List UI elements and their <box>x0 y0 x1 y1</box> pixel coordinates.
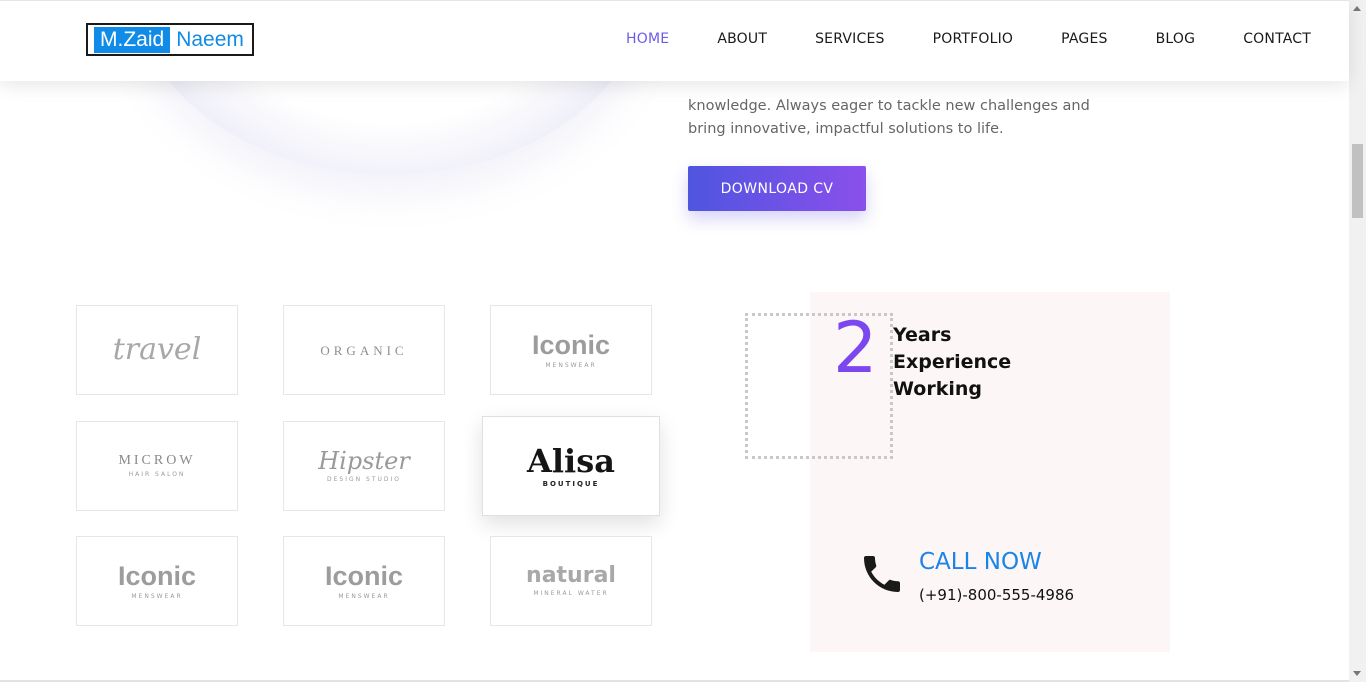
brand-name: ORGANIC <box>320 342 408 358</box>
nav-about[interactable]: ABOUT <box>717 31 767 47</box>
nav-blog[interactable]: BLOG <box>1156 31 1196 47</box>
site-header: M.Zaid Naeem HOME ABOUT SERVICES PORTFOL… <box>0 0 1349 81</box>
download-cv-button[interactable]: DOWNLOAD CV <box>688 166 866 211</box>
nav-pages[interactable]: PAGES <box>1061 31 1107 47</box>
call-now-heading: CALL NOW <box>919 549 1042 575</box>
nav-services[interactable]: SERVICES <box>815 31 885 47</box>
scroll-down-arrow-icon[interactable] <box>1353 671 1361 676</box>
experience-label-line: Years <box>893 324 952 346</box>
experience-years-number: 2 <box>833 307 878 389</box>
brand-tagline: DESIGN STUDIO <box>326 476 401 483</box>
brand-logo-organic[interactable]: ORGANIC <box>283 305 445 395</box>
brand-logo-travel[interactable]: travel <box>76 305 238 395</box>
main-nav: HOME ABOUT SERVICES PORTFOLIO PAGES BLOG… <box>578 31 1311 47</box>
experience-label-line: Working <box>893 378 982 400</box>
brand-tagline: MINERAL WATER <box>533 590 609 597</box>
brand-logo-microw[interactable]: MICROW HAIR SALON <box>76 421 238 511</box>
experience-label-line: Experience <box>893 351 1012 373</box>
brand-logo-iconic[interactable]: Iconic MENSWEAR <box>283 536 445 626</box>
page-scrollbar[interactable] <box>1349 0 1366 682</box>
brand-name: natural <box>526 563 616 588</box>
brand-tagline: HAIR SALON <box>128 471 186 478</box>
logo-last-name: Naeem <box>176 27 244 51</box>
site-logo[interactable]: M.Zaid Naeem <box>86 23 254 56</box>
nav-portfolio[interactable]: PORTFOLIO <box>933 31 1014 47</box>
scroll-up-arrow-icon[interactable] <box>1353 6 1361 11</box>
brand-name: travel <box>112 332 202 367</box>
experience-label: Years Experience Working <box>893 322 1033 403</box>
brand-name: Hipster <box>318 447 410 475</box>
scroll-thumb[interactable] <box>1352 144 1363 218</box>
brand-name: MICROW <box>118 453 196 468</box>
brand-name: Iconic <box>117 560 197 591</box>
phone-number[interactable]: (+91)-800-555-4986 <box>919 586 1074 604</box>
brand-logo-natural[interactable]: natural MINERAL WATER <box>490 536 652 626</box>
phone-icon <box>864 556 900 592</box>
brand-tagline: BOUTIQUE <box>542 479 600 488</box>
brand-tagline: MENSWEAR <box>545 361 597 369</box>
brand-name: Iconic <box>324 560 404 591</box>
brand-name: Iconic <box>531 329 611 360</box>
nav-contact[interactable]: CONTACT <box>1243 31 1311 47</box>
brand-logo-iconic[interactable]: Iconic MENSWEAR <box>490 305 652 395</box>
brand-tagline: MENSWEAR <box>338 592 390 600</box>
brand-logo-alisa[interactable]: Alisa BOUTIQUE <box>482 416 660 516</box>
brand-name: Alisa <box>527 441 615 480</box>
brand-tagline: MENSWEAR <box>131 592 183 600</box>
about-paragraph: knowledge. Always eager to tackle new ch… <box>688 97 1090 137</box>
brand-logo-iconic[interactable]: Iconic MENSWEAR <box>76 536 238 626</box>
logo-first-name: M.Zaid <box>94 26 171 53</box>
brand-logo-hipster[interactable]: Hipster DESIGN STUDIO <box>283 421 445 511</box>
nav-home[interactable]: HOME <box>626 31 669 47</box>
